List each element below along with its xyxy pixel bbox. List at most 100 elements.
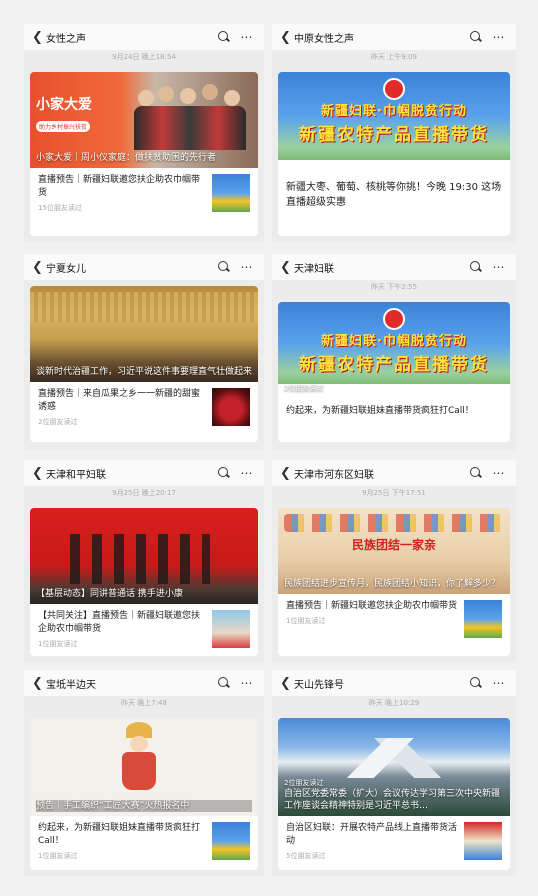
- panel-header: ❮ 女性之声 ⋯: [24, 24, 264, 50]
- read-count: 1位朋友读过: [38, 852, 78, 860]
- back-icon[interactable]: ❮: [280, 30, 294, 45]
- back-icon[interactable]: ❮: [280, 466, 294, 481]
- timestamp: 昨天 下午2:55: [371, 283, 417, 291]
- cover-read-count: 2位朋友读过: [284, 779, 324, 787]
- account-title: 天津和平妇联: [46, 469, 106, 481]
- article-row[interactable]: 直播预告｜新疆妇联邀您扶企助农巾帼带货 1位朋友读过: [278, 594, 510, 644]
- article-row[interactable]: 自治区妇联：开展农特产品线上直播带货活动 5位朋友读过: [278, 816, 510, 869]
- more-icon[interactable]: ⋯: [490, 466, 508, 480]
- article-card[interactable]: 预告｜手工编织“工匠大赛”火热报名中 约起来，为新疆妇联姐妹直播带货疯狂打 Ca…: [30, 718, 258, 870]
- article-card[interactable]: 新疆妇联·巾帼脱贫行动 新疆农特产品直播带货 2位朋友读过 约起来，为新疆妇联姐…: [278, 302, 510, 442]
- more-icon[interactable]: ⋯: [490, 30, 508, 44]
- article-summary: 新疆大枣、葡萄、核桃等你挑！今晚 19:30 这场直播超级实惠: [286, 182, 502, 208]
- search-icon[interactable]: [216, 259, 232, 275]
- account-title: 天山先锋号: [294, 679, 344, 691]
- search-icon[interactable]: [468, 259, 484, 275]
- panel-nvxingzhisheng: ❮ 女性之声 ⋯ 9月24日 晚上18:54 小家大爱 助力乡村振兴扶贫 小家大…: [24, 24, 264, 242]
- dancers: [284, 514, 504, 532]
- read-count: 5位朋友读过: [286, 852, 326, 860]
- panel-header: ❮ 宁夏女儿 ⋯: [24, 254, 264, 280]
- search-icon[interactable]: [216, 675, 232, 691]
- article-row[interactable]: 【共同关注】直播预告｜新疆妇联邀您扶企助农巾帼带货 1位朋友读过: [30, 604, 258, 656]
- more-icon[interactable]: ⋯: [238, 466, 256, 480]
- more-icon[interactable]: ⋯: [238, 260, 256, 274]
- article-card[interactable]: 【基层动态】同讲普通话 携手进小康 【共同关注】直播预告｜新疆妇联邀您扶企助农巾…: [30, 508, 258, 656]
- article-cover[interactable]: 谈新时代治疆工作，习近平说这件事要理直气壮做起来: [30, 286, 258, 382]
- cover-caption: 自治区党委常委（扩大）会议传达学习第三次中央新疆工作座谈会精神特别是习近平总书…: [284, 789, 501, 811]
- search-icon[interactable]: [468, 465, 484, 481]
- panel-header: ❮ 中原女性之声 ⋯: [272, 24, 516, 50]
- search-icon[interactable]: [468, 675, 484, 691]
- banner-line-2: 新疆农特产品直播带货: [299, 355, 489, 375]
- article-thumbnail: [212, 610, 250, 648]
- timestamp: 昨天 晚上7:48: [121, 699, 167, 707]
- search-icon[interactable]: [468, 29, 484, 45]
- panel-zhongyuan: ❮ 中原女性之声 ⋯ 昨天 上午9:09 新疆妇联·巾帼脱贫行动 新疆农特产品直…: [272, 24, 516, 242]
- article-title: 自治区妇联：开展农特产品线上直播带货活动: [286, 823, 458, 846]
- article-cover[interactable]: 预告｜手工编织“工匠大赛”火热报名中: [30, 718, 258, 816]
- panel-header: ❮ 天山先锋号 ⋯: [272, 670, 516, 696]
- article-row[interactable]: 直播预告｜来自瓜果之乡一一新疆的甜蜜诱惑 2位朋友读过: [30, 382, 258, 435]
- more-icon[interactable]: ⋯: [490, 260, 508, 274]
- sponsor-strip: [278, 160, 510, 172]
- back-icon[interactable]: ❮: [32, 466, 46, 481]
- article-card[interactable]: 新疆妇联·巾帼脱贫行动 新疆农特产品直播带货 新疆大枣、葡萄、核桃等你挑！今晚 …: [278, 72, 510, 236]
- article-cover[interactable]: 2位朋友读过 自治区党委常委（扩大）会议传达学习第三次中央新疆工作座谈会精神特别…: [278, 718, 510, 816]
- more-icon[interactable]: ⋯: [238, 676, 256, 690]
- cover-caption: 预告｜手工编织“工匠大赛”火热报名中: [36, 800, 252, 812]
- womens-federation-logo: [383, 308, 405, 330]
- article-row[interactable]: 直播预告｜新疆妇联邀您扶企助农巾帼带货 15位朋友读过: [30, 168, 258, 221]
- article-cover[interactable]: 【基层动态】同讲普通话 携手进小康: [30, 508, 258, 604]
- read-count: 1位朋友读过: [286, 617, 326, 625]
- family-photo: [134, 80, 246, 150]
- article-card[interactable]: 民族团结一家亲 民族团结进步宣传月，民族团结小知识，你了解多少？ 直播预告｜新疆…: [278, 508, 510, 656]
- panel-tianjin: ❮ 天津妇联 ⋯ 昨天 下午2:55 新疆妇联·巾帼脱贫行动 新疆农特产品直播带…: [272, 254, 516, 450]
- cover-badge-text: 小家大爱: [36, 97, 92, 113]
- timestamp: 9月24日 晚上18:54: [112, 53, 176, 61]
- banner-line-2: 新疆农特产品直播带货: [299, 125, 489, 145]
- article-title: 直播预告｜新疆妇联邀您扶企助农巾帼带货: [286, 601, 458, 611]
- account-title: 天津市河东区妇联: [294, 469, 374, 481]
- panel-baodi: ❮ 宝坻半边天 ⋯ 昨天 晚上7:48 预告｜手工编织“工匠大赛”火热报名中 约…: [24, 670, 264, 876]
- timestamp: 9月25日 下午17:51: [362, 489, 426, 497]
- back-icon[interactable]: ❮: [32, 676, 46, 691]
- article-thumbnail: [212, 388, 250, 426]
- article-title: 【共同关注】直播预告｜新疆妇联邀您扶企助农巾帼带货: [38, 611, 201, 634]
- read-count: 15位朋友读过: [38, 204, 82, 212]
- article-title: 约起来，为新疆妇联姐妹直播带货疯狂打 Call！: [38, 823, 201, 846]
- more-icon[interactable]: ⋯: [490, 676, 508, 690]
- article-cover[interactable]: 新疆妇联·巾帼脱贫行动 新疆农特产品直播带货 2位朋友读过: [278, 302, 510, 396]
- womens-federation-logo: [383, 78, 405, 100]
- stage-people: [70, 534, 210, 584]
- back-icon[interactable]: ❮: [32, 260, 46, 275]
- weaver-illustration: [108, 722, 168, 792]
- article-card[interactable]: 小家大爱 助力乡村振兴扶贫 小家大爱｜周小仪家庭：做扶贫助困的先行者 直播预告｜…: [30, 72, 258, 236]
- article-title: 直播预告｜来自瓜果之乡一一新疆的甜蜜诱惑: [38, 389, 201, 412]
- article-cover[interactable]: 新疆妇联·巾帼脱贫行动 新疆农特产品直播带货: [278, 72, 510, 172]
- account-title: 天津妇联: [294, 263, 334, 275]
- article-thumbnail: [464, 600, 502, 638]
- panel-heping: ❮ 天津和平妇联 ⋯ 9月25日 晚上20:17 【基层动态】同讲普通话 携手进…: [24, 460, 264, 662]
- cover-caption: 【基层动态】同讲普通话 携手进小康: [36, 589, 183, 599]
- back-icon[interactable]: ❮: [32, 30, 46, 45]
- search-icon[interactable]: [216, 29, 232, 45]
- article-row[interactable]: 约起来，为新疆妇联姐妹直播带货疯狂打 Call！ 1位朋友读过: [30, 816, 258, 869]
- cover-read-count: 2位朋友读过: [284, 384, 324, 392]
- search-icon[interactable]: [216, 465, 232, 481]
- article-card[interactable]: 2位朋友读过 自治区党委常委（扩大）会议传达学习第三次中央新疆工作座谈会精神特别…: [278, 718, 510, 870]
- timestamp: 昨天 晚上10:29: [368, 699, 420, 707]
- account-title: 女性之声: [46, 33, 86, 45]
- back-icon[interactable]: ❮: [280, 260, 294, 275]
- article-cover[interactable]: 小家大爱 助力乡村振兴扶贫 小家大爱｜周小仪家庭：做扶贫助困的先行者: [30, 72, 258, 168]
- article-card[interactable]: 谈新时代治疆工作，习近平说这件事要理直气壮做起来 直播预告｜来自瓜果之乡一一新疆…: [30, 286, 258, 442]
- banner-line-1: 新疆妇联·巾帼脱贫行动: [321, 104, 467, 119]
- panel-header: ❮ 天津市河东区妇联 ⋯: [272, 460, 516, 486]
- panel-ningxia: ❮ 宁夏女儿 ⋯ 谈新时代治疆工作，习近平说这件事要理直气壮做起来 直播预告｜来…: [24, 254, 264, 450]
- back-icon[interactable]: ❮: [280, 676, 294, 691]
- mountain-peaks: [278, 738, 510, 778]
- panel-header: ❮ 天津和平妇联 ⋯: [24, 460, 264, 486]
- more-icon[interactable]: ⋯: [238, 30, 256, 44]
- account-title: 宁夏女儿: [46, 263, 86, 275]
- article-title: 直播预告｜新疆妇联邀您扶企助农巾帼带货: [38, 175, 201, 198]
- article-cover[interactable]: 民族团结一家亲 民族团结进步宣传月，民族团结小知识，你了解多少？: [278, 508, 510, 594]
